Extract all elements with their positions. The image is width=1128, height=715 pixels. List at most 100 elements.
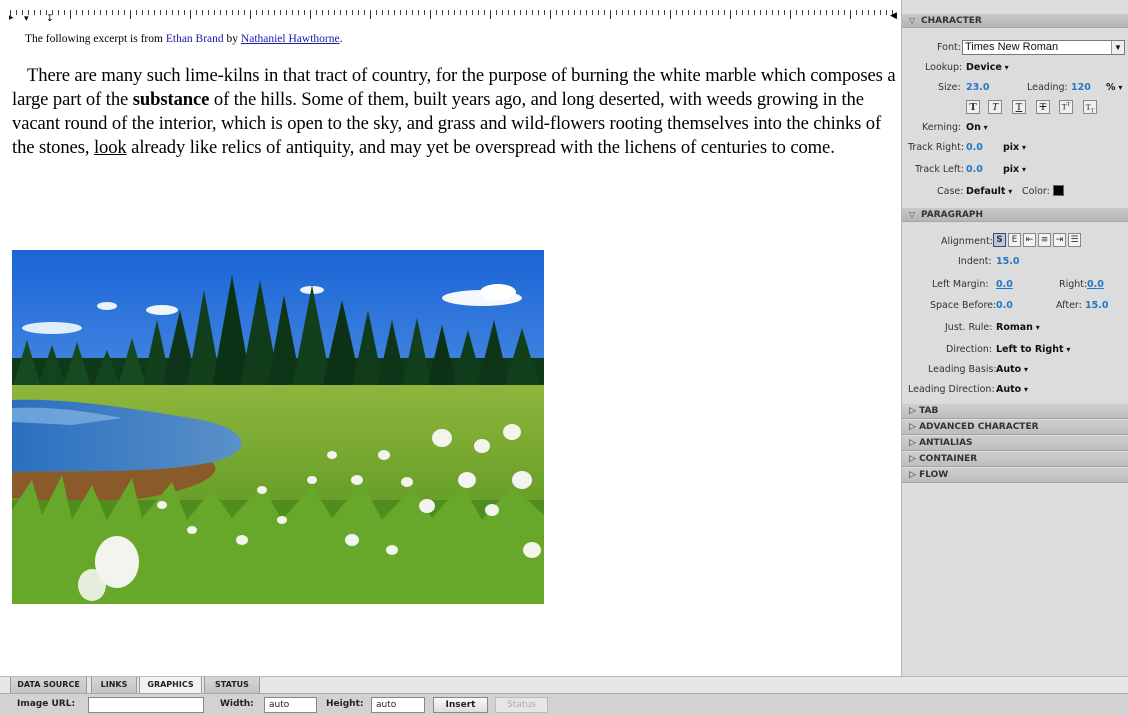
align-end-button[interactable]: E (1008, 233, 1021, 247)
leading-basis-label: Leading Basis: (928, 364, 997, 375)
ruler-major-tick (730, 10, 731, 19)
kerning-dropdown[interactable]: On (966, 122, 988, 133)
main-paragraph[interactable]: There are many such lime-kilns in that t… (12, 64, 896, 160)
book-title-link[interactable]: Ethan Brand (166, 33, 224, 45)
ruler-major-tick (550, 10, 551, 19)
direction-dropdown[interactable]: Left to Right (996, 344, 1070, 355)
collapsed-triangle-icon: ▷ (909, 470, 916, 480)
image-url-input[interactable] (88, 697, 204, 713)
track-right-label: Track Right: (908, 142, 965, 153)
status-button[interactable]: Status (495, 697, 548, 713)
height-input[interactable]: auto (371, 697, 425, 713)
excerpt-suffix: . (339, 33, 343, 45)
left-margin-value[interactable]: 0.0 (996, 279, 1013, 290)
right-indent-marker[interactable]: ◀ (890, 12, 897, 21)
underline-style-button[interactable]: T (1012, 100, 1026, 114)
landscape-photo[interactable] (12, 250, 544, 604)
lookup-dropdown[interactable]: Device (966, 62, 1009, 73)
track-left-unit-dropdown[interactable]: pix (1003, 164, 1026, 175)
ruler-major-tick (250, 10, 251, 19)
track-left-value[interactable]: 0.0 (966, 164, 983, 175)
ruler[interactable]: ▸ ▾ ↧ ◀ (9, 10, 897, 26)
excerpt-prefix: The following excerpt is from (25, 33, 166, 45)
excerpt-attribution: The following excerpt is from Ethan Bran… (25, 33, 885, 45)
italic-style-button[interactable]: T (988, 100, 1002, 114)
tab-data-source[interactable]: DATA SOURCE (10, 677, 87, 694)
ruler-major-tick (430, 10, 431, 19)
superscript-style-button[interactable]: TT (1059, 100, 1073, 114)
color-swatch[interactable] (1053, 185, 1064, 196)
kerning-label: Kerning: (922, 122, 962, 133)
tab-stop-marker[interactable]: ↧ (46, 15, 54, 24)
paragraph-text: already like relics of antiquity, and ma… (126, 137, 835, 158)
align-left-icon[interactable]: ⇤ (1023, 233, 1036, 247)
right-margin-label: Right: (1059, 279, 1088, 290)
font-select[interactable]: Times New Roman ▼ (962, 40, 1125, 55)
section-title: CHARACTER (921, 16, 982, 26)
bold-word: substance (132, 89, 210, 110)
track-right-unit-dropdown[interactable]: pix (1003, 142, 1026, 153)
image-url-label: Image URL: (17, 699, 76, 709)
container-section-header[interactable]: ▷ CONTAINER (902, 452, 1128, 467)
size-value[interactable]: 23.0 (966, 82, 989, 93)
ruler-major-tick (670, 10, 671, 19)
tab-links[interactable]: LINKS (91, 677, 137, 694)
leading-direction-dropdown[interactable]: Auto (996, 384, 1028, 395)
space-after-label: After: (1056, 300, 1082, 311)
section-title: TAB (919, 406, 939, 416)
leading-unit-dropdown[interactable]: % (1106, 82, 1122, 93)
alignment-label: Alignment: (941, 236, 993, 247)
lookup-label: Lookup: (925, 62, 963, 73)
ruler-major-tick (490, 10, 491, 19)
collapsed-triangle-icon: ▷ (909, 454, 916, 464)
indent-label: Indent: (958, 256, 992, 267)
width-input[interactable]: auto (264, 697, 317, 713)
bold-style-button[interactable]: T (966, 100, 980, 114)
tab-section-header[interactable]: ▷ TAB (902, 404, 1128, 419)
paragraph-section-header[interactable]: ▽ PARAGRAPH (902, 208, 1128, 222)
leading-basis-dropdown[interactable]: Auto (996, 364, 1028, 375)
section-title: FLOW (919, 470, 949, 480)
ruler-major-tick (190, 10, 191, 19)
align-start-button[interactable]: S (993, 233, 1006, 247)
space-before-value[interactable]: 0.0 (996, 300, 1013, 311)
color-swatch-wrap[interactable] (1053, 185, 1064, 197)
character-section-header[interactable]: ▽ CHARACTER (902, 14, 1128, 28)
color-label: Color: (1022, 186, 1050, 197)
track-right-value[interactable]: 0.0 (966, 142, 983, 153)
expanded-triangle-icon: ▽ (909, 16, 916, 25)
ruler-major-tick (850, 10, 851, 19)
ruler-major-tick (10, 10, 11, 19)
left-indent-marker[interactable]: ▾ (24, 15, 29, 24)
flow-section-header[interactable]: ▷ FLOW (902, 468, 1128, 483)
section-title: ADVANCED CHARACTER (919, 422, 1039, 432)
author-link[interactable]: Nathaniel Hawthorne (241, 33, 340, 45)
ruler-major-tick (370, 10, 371, 19)
case-dropdown[interactable]: Default (966, 186, 1012, 197)
right-margin-value[interactable]: 0.0 (1087, 279, 1104, 290)
align-right-icon[interactable]: ⇥ (1053, 233, 1066, 247)
align-center-icon[interactable]: ≡ (1038, 233, 1051, 247)
ruler-major-tick (790, 10, 791, 19)
collapsed-triangle-icon: ▷ (909, 422, 916, 432)
advanced-character-section-header[interactable]: ▷ ADVANCED CHARACTER (902, 420, 1128, 435)
align-justify-icon[interactable]: ☰ (1068, 233, 1081, 247)
subscript-style-button[interactable]: TT (1083, 100, 1097, 115)
tab-graphics[interactable]: GRAPHICS (139, 677, 202, 694)
graphics-toolbar: Image URL: Width: auto Height: auto Inse… (0, 693, 1128, 715)
track-left-label: Track Left: (915, 164, 964, 175)
underlined-word: look (93, 137, 127, 158)
section-title: ANTIALIAS (919, 438, 973, 448)
text-editor-area[interactable]: ▸ ▾ ↧ ◀ The following excerpt is from Et… (0, 0, 901, 676)
insert-button[interactable]: Insert (433, 697, 488, 713)
chevron-down-icon[interactable]: ▼ (1111, 41, 1124, 54)
antialias-section-header[interactable]: ▷ ANTIALIAS (902, 436, 1128, 451)
leading-label: Leading: (1027, 82, 1068, 93)
leading-direction-label: Leading Direction: (908, 384, 995, 395)
strikethrough-style-button[interactable]: T (1036, 100, 1050, 114)
indent-value[interactable]: 15.0 (996, 256, 1019, 267)
leading-value[interactable]: 120 (1071, 82, 1091, 93)
space-after-value[interactable]: 15.0 (1085, 300, 1108, 311)
tab-status[interactable]: STATUS (204, 677, 260, 694)
just-rule-dropdown[interactable]: Roman (996, 322, 1040, 333)
